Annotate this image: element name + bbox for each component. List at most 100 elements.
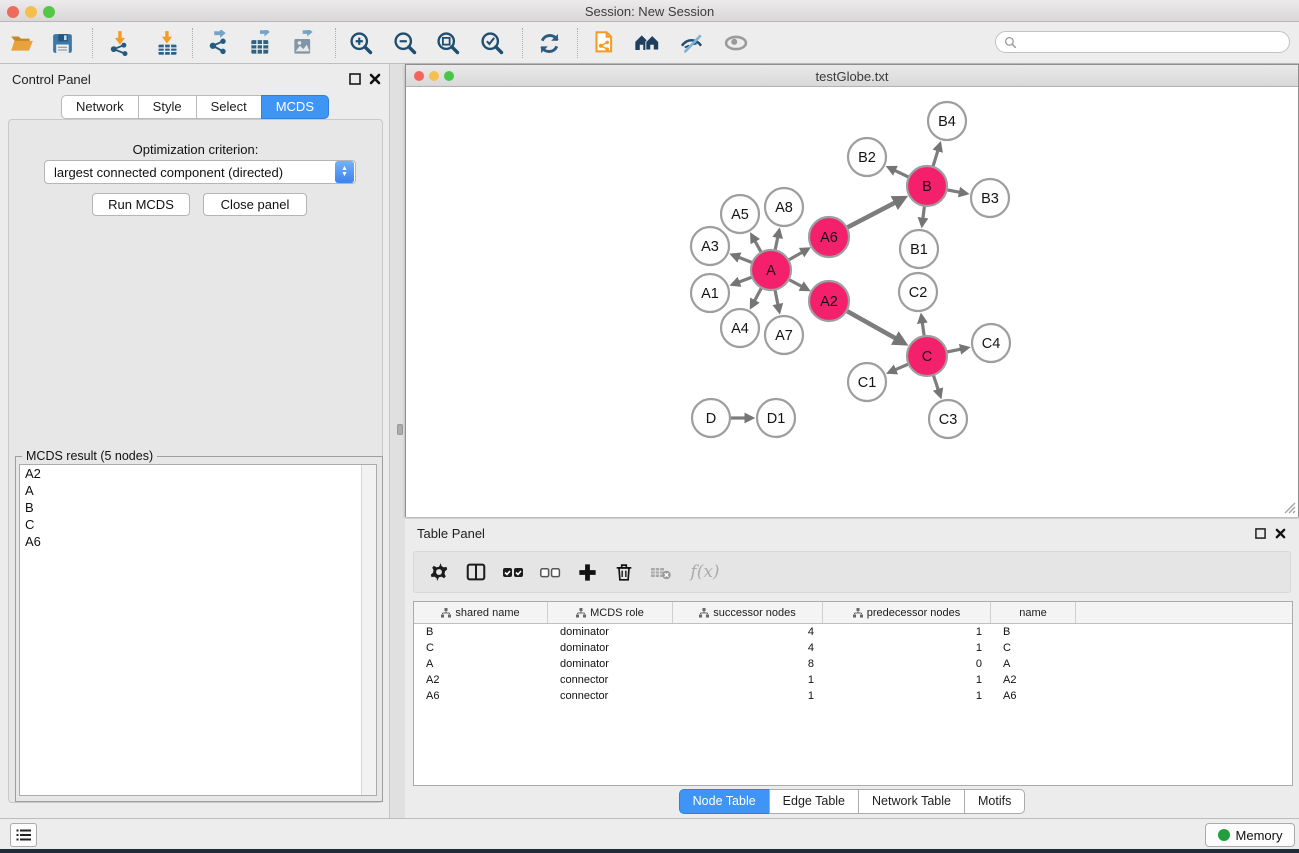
cell-name[interactable]: A2 [991,672,1076,688]
column-header-name[interactable]: name [991,602,1076,623]
column-view-button[interactable] [461,557,491,587]
graph-node-A[interactable]: A [751,250,791,290]
show-graphics-details-button[interactable] [719,26,753,60]
open-session-button[interactable] [5,26,39,60]
first-neighbors-button[interactable] [630,26,664,60]
export-image-button[interactable] [287,26,321,60]
cell-name[interactable]: A6 [991,688,1076,704]
table-row-B[interactable]: Bdominator41B [414,624,1292,640]
cell-shared-name[interactable]: A6 [414,688,548,704]
cell-predecessor-nodes[interactable]: 1 [823,640,991,656]
select-all-rows-button[interactable] [498,557,528,587]
graph-node-B4[interactable]: B4 [928,102,966,140]
tab-mcds[interactable]: MCDS [261,95,329,119]
desktop-vscroll-thumb[interactable] [397,424,403,435]
memory-button[interactable]: Memory [1205,823,1295,847]
result-item-A[interactable]: A [20,482,376,499]
graph-node-C[interactable]: C [907,336,947,376]
result-item-A6[interactable]: A6 [20,533,376,550]
cell-MCDS-role[interactable]: connector [548,672,673,688]
tab-node-table[interactable]: Node Table [679,789,769,814]
window-resize-grip[interactable] [1283,501,1296,514]
column-header-MCDS-role[interactable]: MCDS role [548,602,673,623]
zoom-selected-button[interactable] [475,26,509,60]
result-item-B[interactable]: B [20,499,376,516]
zoom-in-button[interactable] [344,26,378,60]
graph-node-A4[interactable]: A4 [721,309,759,347]
column-header-shared-name[interactable]: shared name [414,602,548,623]
graph-node-B2[interactable]: B2 [848,138,886,176]
table-row-C[interactable]: Cdominator41C [414,640,1292,656]
cell-successor-nodes[interactable]: 4 [673,624,823,640]
cell-shared-name[interactable]: C [414,640,548,656]
graph-node-A6[interactable]: A6 [809,217,849,257]
result-item-C[interactable]: C [20,516,376,533]
delete-column-button[interactable] [609,557,639,587]
graph-node-A7[interactable]: A7 [765,316,803,354]
tab-network[interactable]: Network [61,95,138,119]
graph-node-C1[interactable]: C1 [848,363,886,401]
cell-predecessor-nodes[interactable]: 1 [823,672,991,688]
refresh-view-button[interactable] [532,26,566,60]
float-panel-icon[interactable] [349,72,363,85]
hide-graphics-details-button[interactable] [674,26,708,60]
function-builder-button[interactable]: f(x) [683,557,727,587]
add-column-button[interactable] [572,557,602,587]
column-header-successor-nodes[interactable]: successor nodes [673,602,823,623]
result-item-A2[interactable]: A2 [20,465,376,482]
cell-successor-nodes[interactable]: 1 [673,672,823,688]
graph-node-A3[interactable]: A3 [691,227,729,265]
column-header-predecessor-nodes[interactable]: predecessor nodes [823,602,991,623]
save-session-button[interactable] [45,26,79,60]
new-network-from-selection-button[interactable] [588,26,622,60]
table-row-A6[interactable]: A6connector11A6 [414,688,1292,704]
graph-node-A1[interactable]: A1 [691,274,729,312]
search-field[interactable] [995,31,1290,53]
graph-node-C2[interactable]: C2 [899,273,937,311]
graph-node-C4[interactable]: C4 [972,324,1010,362]
destroy-table-button[interactable] [646,557,676,587]
graph-node-C3[interactable]: C3 [929,400,967,438]
tab-select[interactable]: Select [196,95,261,119]
cell-shared-name[interactable]: A2 [414,672,548,688]
graph-node-D1[interactable]: D1 [757,399,795,437]
criterion-dropdown[interactable]: largest connected component (directed) ▲… [44,160,356,184]
cell-MCDS-role[interactable]: connector [548,688,673,704]
cell-predecessor-nodes[interactable]: 1 [823,688,991,704]
import-network-button[interactable] [103,26,137,60]
table-row-A2[interactable]: A2connector11A2 [414,672,1292,688]
graph-node-B[interactable]: B [907,166,947,206]
cell-MCDS-role[interactable]: dominator [548,656,673,672]
table-settings-button[interactable] [424,557,454,587]
graph-node-D[interactable]: D [692,399,730,437]
tab-style[interactable]: Style [138,95,196,119]
cell-shared-name[interactable]: A [414,656,548,672]
cell-name[interactable]: C [991,640,1076,656]
deselect-all-rows-button[interactable] [535,557,565,587]
cell-successor-nodes[interactable]: 8 [673,656,823,672]
table-row-A[interactable]: Adominator80A [414,656,1292,672]
graph-node-A8[interactable]: A8 [765,188,803,226]
cell-successor-nodes[interactable]: 4 [673,640,823,656]
table-close-icon[interactable] [1275,526,1289,539]
cell-name[interactable]: B [991,624,1076,640]
network-graph[interactable]: AA1A2A3A4A5A6A7A8BB1B2B3B4CC1C2C3C4DD1 [406,88,1298,517]
zoom-out-button[interactable] [388,26,422,60]
cell-successor-nodes[interactable]: 1 [673,688,823,704]
export-table-button[interactable] [244,26,278,60]
close-panel-icon[interactable] [369,72,383,85]
cell-MCDS-role[interactable]: dominator [548,624,673,640]
graph-node-B3[interactable]: B3 [971,179,1009,217]
search-input[interactable] [1017,35,1289,49]
task-history-button[interactable] [10,823,37,847]
cell-name[interactable]: A [991,656,1076,672]
tab-motifs[interactable]: Motifs [964,789,1025,814]
zoom-fit-button[interactable] [431,26,465,60]
cell-MCDS-role[interactable]: dominator [548,640,673,656]
graph-node-B1[interactable]: B1 [900,230,938,268]
cell-shared-name[interactable]: B [414,624,548,640]
table-float-icon[interactable] [1255,526,1269,539]
import-table-button[interactable] [150,26,184,60]
result-list-scrollbar[interactable] [361,465,376,795]
close-panel-button[interactable]: Close panel [203,193,307,216]
